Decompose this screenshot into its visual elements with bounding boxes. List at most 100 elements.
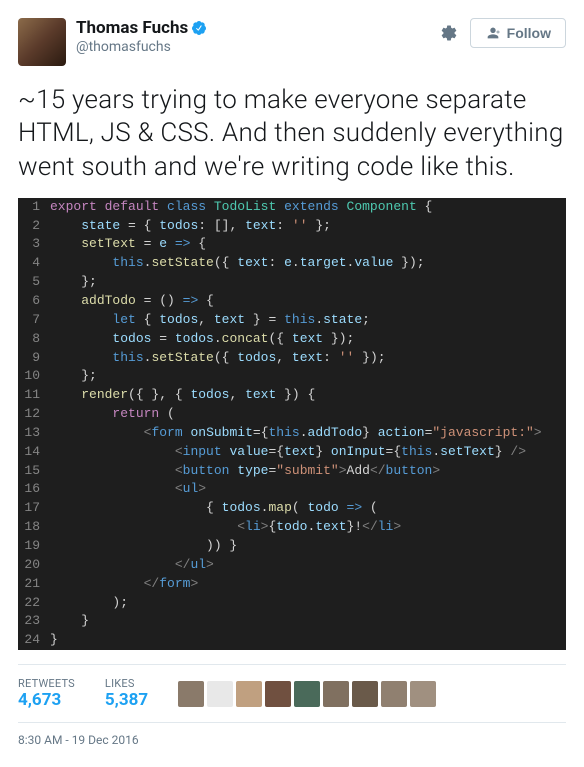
liker-avatar[interactable] <box>236 681 262 707</box>
header-actions: Follow <box>440 18 566 48</box>
line-content: let { todos, text } = this.state; <box>50 311 566 330</box>
display-name[interactable]: Thomas Fuchs <box>76 18 188 38</box>
line-content: export default class TodoList extends Co… <box>50 198 566 217</box>
line-number: 13 <box>18 424 50 443</box>
retweets-value: 4,673 <box>18 690 75 710</box>
tweet-text: ~15 years trying to make everyone separa… <box>18 84 566 184</box>
code-line: 13 <form onSubmit={this.addTodo} action=… <box>18 424 566 443</box>
line-content: </form> <box>50 575 566 594</box>
line-content: <button type="submit">Add</button> <box>50 462 566 481</box>
line-number: 17 <box>18 499 50 518</box>
line-number: 8 <box>18 330 50 349</box>
line-number: 20 <box>18 556 50 575</box>
line-number: 18 <box>18 518 50 537</box>
line-number: 1 <box>18 198 50 217</box>
line-number: 16 <box>18 480 50 499</box>
line-number: 3 <box>18 235 50 254</box>
code-line: 18 <li>{todo.text}!</li> <box>18 518 566 537</box>
code-line: 7 let { todos, text } = this.state; <box>18 311 566 330</box>
line-content: return ( <box>50 405 566 424</box>
line-number: 14 <box>18 443 50 462</box>
line-number: 21 <box>18 575 50 594</box>
line-content: </ul> <box>50 556 566 575</box>
line-content: } <box>50 631 566 650</box>
line-number: 5 <box>18 273 50 292</box>
line-content: <input value={text} onInput={this.setTex… <box>50 443 566 462</box>
retweets-stat[interactable]: RETWEETS 4,673 <box>18 677 75 710</box>
liker-avatar[interactable] <box>381 681 407 707</box>
line-number: 10 <box>18 367 50 386</box>
liker-avatar[interactable] <box>265 681 291 707</box>
code-line: 6 addTodo = () => { <box>18 292 566 311</box>
liker-avatar[interactable] <box>352 681 378 707</box>
code-line: 19 )) } <box>18 537 566 556</box>
code-line: 17 { todos.map( todo => ( <box>18 499 566 518</box>
line-content: { todos.map( todo => ( <box>50 499 566 518</box>
code-line: 8 todos = todos.concat({ text }); <box>18 330 566 349</box>
follow-button[interactable]: Follow <box>470 18 566 48</box>
line-content: }; <box>50 367 566 386</box>
line-number: 19 <box>18 537 50 556</box>
line-content: addTodo = () => { <box>50 292 566 311</box>
line-content: state = { todos: [], text: '' }; <box>50 217 566 236</box>
line-content: todos = todos.concat({ text }); <box>50 330 566 349</box>
code-line: 11 render({ }, { todos, text }) { <box>18 386 566 405</box>
code-line: 16 <ul> <box>18 480 566 499</box>
line-number: 4 <box>18 254 50 273</box>
liker-avatar[interactable] <box>207 681 233 707</box>
code-line: 14 <input value={text} onInput={this.set… <box>18 443 566 462</box>
code-block: 1export default class TodoList extends C… <box>18 198 566 650</box>
line-content: this.setState({ text: e.target.value }); <box>50 254 566 273</box>
timestamp[interactable]: 8:30 AM - 19 Dec 2016 <box>18 723 566 757</box>
follow-label: Follow <box>507 25 551 41</box>
gear-icon[interactable] <box>440 24 458 42</box>
line-content: render({ }, { todos, text }) { <box>50 386 566 405</box>
code-line: 4 this.setState({ text: e.target.value }… <box>18 254 566 273</box>
line-number: 2 <box>18 217 50 236</box>
line-content: this.setState({ todos, text: '' }); <box>50 349 566 368</box>
liker-avatar[interactable] <box>294 681 320 707</box>
code-line: 23 } <box>18 612 566 631</box>
line-content: } <box>50 612 566 631</box>
line-content: }; <box>50 273 566 292</box>
retweets-label: RETWEETS <box>18 677 75 690</box>
line-content: <ul> <box>50 480 566 499</box>
verified-icon <box>191 20 207 36</box>
code-line: 9 this.setState({ todos, text: '' }); <box>18 349 566 368</box>
code-line: 20 </ul> <box>18 556 566 575</box>
line-content: <form onSubmit={this.addTodo} action="ja… <box>50 424 566 443</box>
likes-label: LIKES <box>105 677 148 690</box>
likes-value: 5,387 <box>105 690 148 710</box>
liker-avatar[interactable] <box>323 681 349 707</box>
code-line: 5 }; <box>18 273 566 292</box>
tweet-header: Thomas Fuchs @thomasfuchs Follow <box>18 18 566 66</box>
user-handle[interactable]: @thomasfuchs <box>76 38 440 56</box>
line-number: 7 <box>18 311 50 330</box>
line-number: 22 <box>18 594 50 613</box>
tweet-container: Thomas Fuchs @thomasfuchs Follow ~15 yea… <box>0 0 584 767</box>
line-number: 15 <box>18 462 50 481</box>
follow-icon <box>485 25 501 41</box>
line-number: 6 <box>18 292 50 311</box>
liker-avatars <box>178 681 436 707</box>
line-content: )) } <box>50 537 566 556</box>
code-line: 12 return ( <box>18 405 566 424</box>
line-content: ); <box>50 594 566 613</box>
code-line: 10 }; <box>18 367 566 386</box>
likes-stat[interactable]: LIKES 5,387 <box>105 677 148 710</box>
line-content: setText = e => { <box>50 235 566 254</box>
line-number: 23 <box>18 612 50 631</box>
avatar[interactable] <box>18 18 66 66</box>
liker-avatar[interactable] <box>178 681 204 707</box>
line-number: 11 <box>18 386 50 405</box>
liker-avatar[interactable] <box>410 681 436 707</box>
code-line: 24} <box>18 631 566 650</box>
code-line: 3 setText = e => { <box>18 235 566 254</box>
code-line: 21 </form> <box>18 575 566 594</box>
code-line: 15 <button type="submit">Add</button> <box>18 462 566 481</box>
line-number: 24 <box>18 631 50 650</box>
code-line: 1export default class TodoList extends C… <box>18 198 566 217</box>
code-line: 2 state = { todos: [], text: '' }; <box>18 217 566 236</box>
line-content: <li>{todo.text}!</li> <box>50 518 566 537</box>
line-number: 12 <box>18 405 50 424</box>
